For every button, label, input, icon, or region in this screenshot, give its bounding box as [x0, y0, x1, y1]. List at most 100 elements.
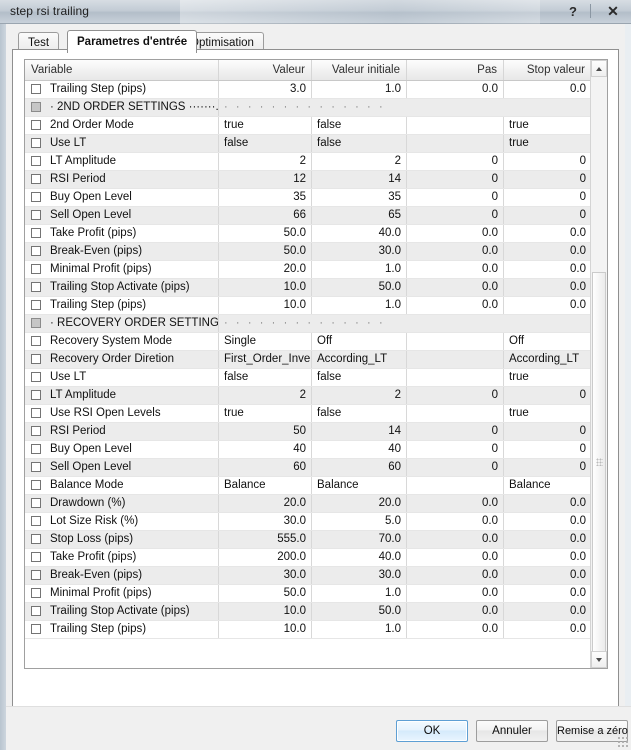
ok-button[interactable]: OK — [396, 720, 468, 742]
grid-cell[interactable]: Buy Open Level — [25, 441, 219, 458]
grid-cell[interactable]: 0 — [504, 153, 592, 170]
table-row[interactable]: RSI Period 50 14 0 0 — [25, 423, 607, 441]
grid-cell[interactable]: 1.0 — [312, 297, 407, 314]
grid-cell[interactable]: 20.0 — [312, 495, 407, 512]
grid-cell[interactable]: 30.0 — [312, 567, 407, 584]
table-row[interactable]: Sell Open Level 60 60 0 0 — [25, 459, 607, 477]
grid-cell[interactable]: true — [504, 117, 592, 134]
grid-cell[interactable]: According_LT — [312, 351, 407, 368]
grid-cell[interactable]: 1.0 — [312, 621, 407, 638]
table-row[interactable]: Break-Even (pips) 50.0 30.0 0.0 0.0 — [25, 243, 607, 261]
grid-cell[interactable]: 0 — [407, 387, 504, 404]
grid-cell[interactable]: 50.0 — [219, 585, 312, 602]
grid-cell[interactable]: 0.0 — [407, 531, 504, 548]
grid-cell[interactable]: false — [219, 135, 312, 152]
table-row[interactable]: Lot Size Risk (%) 30.0 5.0 0.0 0.0 — [25, 513, 607, 531]
grid-cell[interactable]: 0.0 — [407, 567, 504, 584]
grid-cell[interactable]: 0 — [504, 387, 592, 404]
grid-cell[interactable]: 0 — [504, 459, 592, 476]
grid-cell[interactable] — [407, 117, 504, 134]
grid-cell[interactable]: 0 — [407, 441, 504, 458]
grid-column-header[interactable]: Stop valeur — [504, 60, 592, 80]
grid-cell[interactable]: Recovery Order Diretion — [25, 351, 219, 368]
grid-cell[interactable]: false — [312, 405, 407, 422]
grid-cell[interactable]: 10.0 — [219, 279, 312, 296]
grid-cell[interactable]: Balance Mode — [25, 477, 219, 494]
grid-cell[interactable]: Off — [312, 333, 407, 350]
grid-cell[interactable]: 1.0 — [312, 585, 407, 602]
grid-cell[interactable]: false — [312, 117, 407, 134]
grid-cell[interactable]: 3.0 — [219, 81, 312, 98]
table-row[interactable]: Break-Even (pips) 30.0 30.0 0.0 0.0 — [25, 567, 607, 585]
grid-cell[interactable]: 10.0 — [219, 621, 312, 638]
table-row[interactable]: 2nd Order Mode true false true — [25, 117, 607, 135]
grid-cell[interactable]: 0.0 — [504, 567, 592, 584]
grid-cell[interactable]: 40.0 — [312, 549, 407, 566]
grid-cell[interactable]: · RECOVERY ORDER SETTINGS... — [25, 315, 219, 332]
grid-cell[interactable]: 50.0 — [219, 243, 312, 260]
grid-cell[interactable]: 0.0 — [407, 81, 504, 98]
grid-cell[interactable] — [407, 477, 504, 494]
grid-cell[interactable]: 2nd Order Mode — [25, 117, 219, 134]
grid-cell[interactable]: 14 — [312, 423, 407, 440]
grid-cell[interactable]: true — [504, 369, 592, 386]
grid-cell[interactable]: 555.0 — [219, 531, 312, 548]
grid-cell[interactable]: First_Order_Inver... — [219, 351, 312, 368]
grid-cell[interactable]: 10.0 — [219, 297, 312, 314]
grid-cell[interactable]: 40.0 — [312, 225, 407, 242]
table-row[interactable]: Balance Mode Balance Balance Balance — [25, 477, 607, 495]
grid-cell[interactable]: LT Amplitude — [25, 387, 219, 404]
grid-column-header[interactable]: Variable — [25, 60, 219, 80]
grid-cell[interactable]: Use LT — [25, 369, 219, 386]
grid-cell[interactable]: 0.0 — [407, 279, 504, 296]
grid-separator-row[interactable]: · 2ND ORDER SETTINGS ·······... · · · · ·… — [25, 99, 607, 117]
grid-cell[interactable]: 30.0 — [219, 567, 312, 584]
scroll-up-arrow-icon[interactable] — [591, 60, 607, 77]
table-row[interactable]: Use LT false false true — [25, 135, 607, 153]
grid-cell[interactable]: 0.0 — [407, 495, 504, 512]
grid-cell[interactable]: 0.0 — [504, 549, 592, 566]
grid-cell[interactable]: 0.0 — [504, 585, 592, 602]
grid-separator-row[interactable]: · RECOVERY ORDER SETTINGS... · · · · · · … — [25, 315, 607, 333]
grid-cell[interactable]: true — [219, 117, 312, 134]
grid-cell[interactable]: 0.0 — [504, 603, 592, 620]
grid-cell[interactable]: LT Amplitude — [25, 153, 219, 170]
grid-cell[interactable]: 0 — [504, 207, 592, 224]
table-row[interactable]: LT Amplitude 2 2 0 0 — [25, 387, 607, 405]
grid-cell[interactable]: 0 — [504, 423, 592, 440]
grid-cell[interactable]: false — [219, 369, 312, 386]
grid-cell[interactable]: false — [312, 369, 407, 386]
table-row[interactable]: Take Profit (pips) 200.0 40.0 0.0 0.0 — [25, 549, 607, 567]
grid-cell[interactable]: 0.0 — [504, 81, 592, 98]
table-row[interactable]: Stop Loss (pips) 555.0 70.0 0.0 0.0 — [25, 531, 607, 549]
grid-cell[interactable]: 14 — [312, 171, 407, 188]
table-row[interactable]: Trailing Stop Activate (pips) 10.0 50.0 0.0… — [25, 279, 607, 297]
grid-column-header[interactable]: Valeur — [219, 60, 312, 80]
grid-cell[interactable] — [407, 369, 504, 386]
table-row[interactable]: Drawdown (%) 20.0 20.0 0.0 0.0 — [25, 495, 607, 513]
grid-cell[interactable]: 10.0 — [219, 603, 312, 620]
grid-cell[interactable]: 2 — [312, 153, 407, 170]
grid-cell[interactable]: 2 — [312, 387, 407, 404]
scroll-down-arrow-icon[interactable] — [591, 651, 607, 668]
grid-cell[interactable]: 0.0 — [504, 621, 592, 638]
grid-cell[interactable]: Lot Size Risk (%) — [25, 513, 219, 530]
table-row[interactable]: Take Profit (pips) 50.0 40.0 0.0 0.0 — [25, 225, 607, 243]
table-row[interactable]: Use LT false false true — [25, 369, 607, 387]
grid-cell[interactable]: Break-Even (pips) — [25, 567, 219, 584]
grid-cell[interactable]: 0 — [407, 207, 504, 224]
table-row[interactable]: RSI Period 12 14 0 0 — [25, 171, 607, 189]
grid-cell[interactable]: · 2ND ORDER SETTINGS ·······... — [25, 99, 219, 116]
grid-cell[interactable]: Sell Open Level — [25, 207, 219, 224]
grid-cell[interactable]: 0.0 — [504, 513, 592, 530]
grid-cell[interactable]: 40 — [312, 441, 407, 458]
grid-cell[interactable]: 50.0 — [219, 225, 312, 242]
grid-cell[interactable]: true — [504, 135, 592, 152]
grid-cell[interactable]: Off — [504, 333, 592, 350]
grid-cell[interactable]: 0.0 — [407, 621, 504, 638]
grid-cell[interactable]: 0.0 — [407, 261, 504, 278]
scrollbar-thumb[interactable] — [592, 272, 606, 652]
grid-cell[interactable]: 2 — [219, 387, 312, 404]
grid-cell[interactable]: 30.0 — [312, 243, 407, 260]
table-row[interactable]: Minimal Profit (pips) 50.0 1.0 0.0 0.0 — [25, 585, 607, 603]
